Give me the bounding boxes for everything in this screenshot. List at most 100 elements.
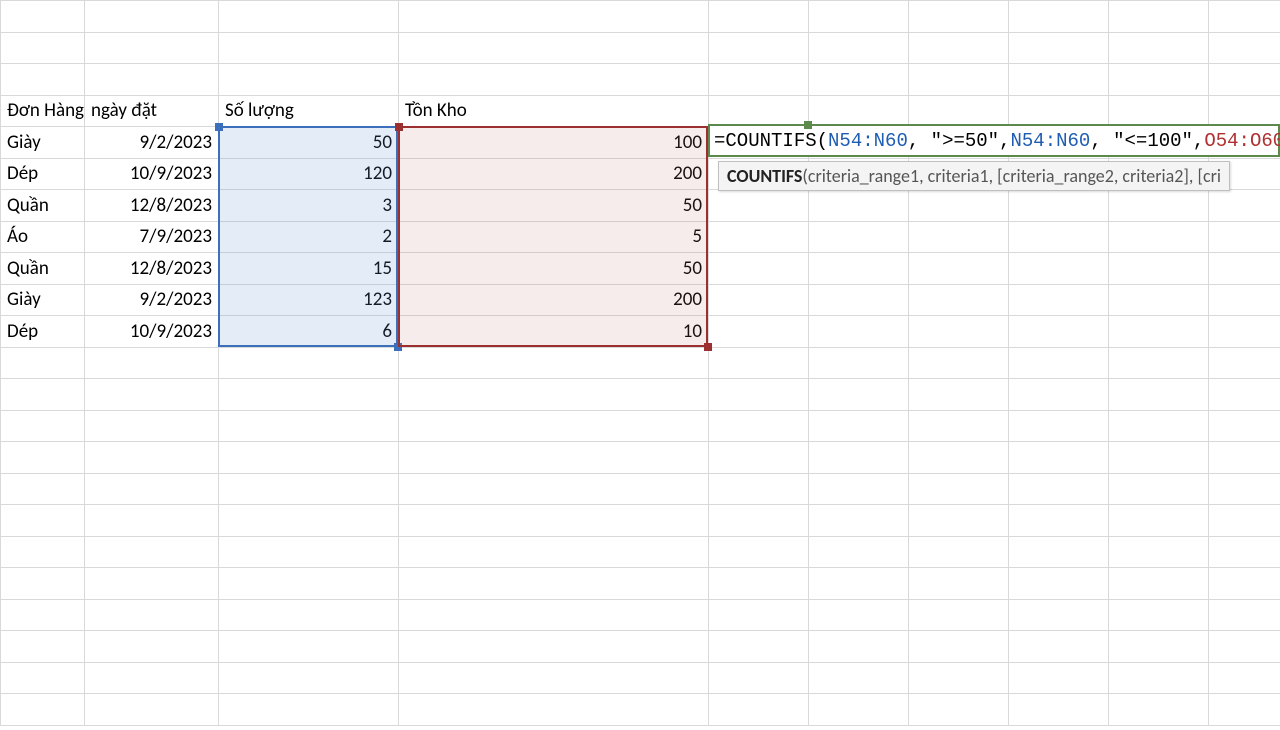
cell[interactable]	[709, 253, 809, 285]
cell[interactable]	[85, 347, 219, 379]
cell[interactable]	[399, 631, 709, 663]
cell[interactable]	[85, 32, 219, 64]
cell[interactable]	[1, 694, 85, 726]
cell[interactable]	[1009, 662, 1109, 694]
cell[interactable]	[1009, 473, 1109, 505]
cell[interactable]	[399, 694, 709, 726]
cell[interactable]	[1009, 631, 1109, 663]
cell[interactable]	[909, 1, 1009, 33]
cell[interactable]: 9/2/2023	[85, 284, 219, 316]
fill-handle-red-tl[interactable]	[395, 123, 403, 131]
cell[interactable]	[1209, 284, 1280, 316]
cell[interactable]: 120	[219, 158, 399, 190]
cell[interactable]	[85, 599, 219, 631]
cell[interactable]	[219, 1, 399, 33]
cells-table[interactable]: Đơn Hàngngày đặtSố lượngTồn KhoGiày9/2/2…	[0, 0, 1280, 726]
cell[interactable]	[709, 284, 809, 316]
cell[interactable]	[1109, 442, 1209, 474]
cell[interactable]	[1109, 662, 1209, 694]
cell[interactable]: 7/9/2023	[85, 221, 219, 253]
cell[interactable]	[909, 190, 1009, 222]
cell[interactable]	[809, 64, 909, 96]
cell[interactable]	[709, 347, 809, 379]
cell[interactable]	[1209, 253, 1280, 285]
cell[interactable]	[709, 442, 809, 474]
cell[interactable]	[1, 631, 85, 663]
cell[interactable]	[809, 190, 909, 222]
cell[interactable]	[1, 379, 85, 411]
cell[interactable]	[909, 221, 1009, 253]
cell[interactable]	[85, 536, 219, 568]
cell[interactable]	[1109, 347, 1209, 379]
cell[interactable]	[1209, 662, 1280, 694]
cell[interactable]	[219, 473, 399, 505]
cell[interactable]	[909, 568, 1009, 600]
fill-handle-blue-br[interactable]	[394, 343, 402, 351]
cell[interactable]	[85, 442, 219, 474]
cell[interactable]: Áo	[1, 221, 85, 253]
header-col3[interactable]: Số lượng	[219, 95, 399, 127]
cell[interactable]	[1209, 32, 1280, 64]
cell[interactable]	[809, 1, 909, 33]
cell[interactable]	[85, 505, 219, 537]
cell[interactable]	[1209, 568, 1280, 600]
cell[interactable]	[1009, 442, 1109, 474]
cell[interactable]	[709, 32, 809, 64]
cell[interactable]	[909, 64, 1009, 96]
cell[interactable]	[909, 316, 1009, 348]
cell[interactable]	[399, 32, 709, 64]
cell[interactable]	[909, 662, 1009, 694]
cell[interactable]	[1209, 631, 1280, 663]
cell[interactable]: 50	[399, 190, 709, 222]
cell[interactable]	[1, 662, 85, 694]
cell[interactable]: Giày	[1, 127, 85, 159]
cell[interactable]	[809, 473, 909, 505]
cell[interactable]	[1109, 190, 1209, 222]
cell[interactable]	[219, 631, 399, 663]
cell[interactable]	[1009, 95, 1109, 127]
cell[interactable]	[1109, 32, 1209, 64]
cell[interactable]	[709, 568, 809, 600]
cell[interactable]	[1009, 1, 1109, 33]
cell[interactable]	[809, 316, 909, 348]
cell[interactable]	[399, 347, 709, 379]
cell[interactable]	[1209, 379, 1280, 411]
cell[interactable]	[1109, 95, 1209, 127]
cell[interactable]	[1209, 473, 1280, 505]
cell[interactable]	[1009, 32, 1109, 64]
cell[interactable]	[1009, 410, 1109, 442]
cell[interactable]	[909, 32, 1009, 64]
cell[interactable]	[1109, 631, 1209, 663]
cell[interactable]: 50	[399, 253, 709, 285]
cell[interactable]	[219, 64, 399, 96]
cell[interactable]	[1109, 64, 1209, 96]
cell[interactable]	[219, 347, 399, 379]
cell[interactable]	[909, 694, 1009, 726]
cell[interactable]	[1009, 253, 1109, 285]
cell[interactable]	[909, 95, 1009, 127]
cell[interactable]	[1009, 64, 1109, 96]
header-col1[interactable]: Đơn Hàng	[1, 95, 85, 127]
cell[interactable]: 12/8/2023	[85, 190, 219, 222]
cell[interactable]	[1209, 599, 1280, 631]
cell[interactable]	[809, 253, 909, 285]
cell[interactable]: 50	[219, 127, 399, 159]
cell[interactable]	[219, 694, 399, 726]
cell[interactable]	[709, 190, 809, 222]
cell[interactable]	[1209, 505, 1280, 537]
cell[interactable]	[1, 32, 85, 64]
cell[interactable]	[219, 536, 399, 568]
cell[interactable]	[219, 505, 399, 537]
cell[interactable]	[709, 662, 809, 694]
cell[interactable]	[1009, 568, 1109, 600]
cell[interactable]	[709, 316, 809, 348]
cell[interactable]	[1109, 379, 1209, 411]
cell[interactable]	[85, 64, 219, 96]
cell[interactable]	[709, 694, 809, 726]
cell[interactable]	[1, 442, 85, 474]
cell[interactable]	[85, 694, 219, 726]
cell[interactable]: Dép	[1, 158, 85, 190]
cell[interactable]	[709, 410, 809, 442]
cell[interactable]: 100	[399, 127, 709, 159]
cell[interactable]	[1, 568, 85, 600]
